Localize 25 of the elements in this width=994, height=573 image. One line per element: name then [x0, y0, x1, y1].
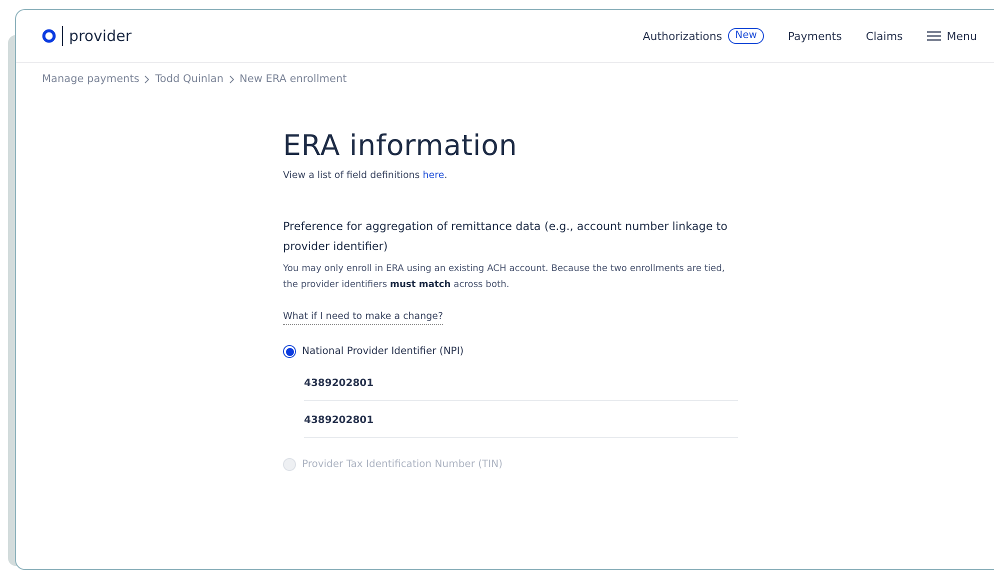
intro-text: View a list of field definitions here. [283, 170, 448, 181]
breadcrumb-link[interactable]: New ERA enrollment [240, 73, 347, 85]
radio-button[interactable] [283, 345, 296, 358]
page-title: ERA information [283, 129, 518, 162]
menu-icon [926, 31, 941, 41]
breadcrumb-link[interactable]: Todd Quinlan [155, 73, 224, 85]
menu-label: Menu [946, 30, 977, 42]
help-link[interactable]: What if I need to make a change? [283, 311, 444, 325]
option-label: National Provider Identifier (NPI) [302, 346, 464, 357]
chevron-icon [144, 74, 150, 84]
nav-link[interactable]: Claims [866, 30, 903, 42]
nav-link[interactable]: Payments [788, 30, 842, 42]
chevron-icon [228, 74, 235, 84]
section-heading: Preference for aggregation of remittance data (e.g., account number linkage to provider identifier) [283, 219, 728, 255]
nav-link[interactable]: Authorizations New [642, 28, 764, 44]
identifier-field[interactable]: 4389202801 [304, 401, 738, 438]
menu-button[interactable]: Menu [926, 30, 977, 42]
brand-name: provider [69, 27, 132, 45]
new-badge: New [728, 28, 764, 44]
logo-icon [42, 29, 56, 43]
identifier-field[interactable]: 4389202801 [304, 364, 738, 401]
breadcrumb-link[interactable]: Manage payments [42, 73, 140, 85]
section-note: You may only enroll in ERA using an existing ACH account. Because the two enrollments are tied, the provider identifiers must match across both. [283, 263, 726, 292]
option-label: Provider Tax Identification Number (TIN) [302, 459, 502, 470]
here-link[interactable]: here [422, 170, 444, 181]
